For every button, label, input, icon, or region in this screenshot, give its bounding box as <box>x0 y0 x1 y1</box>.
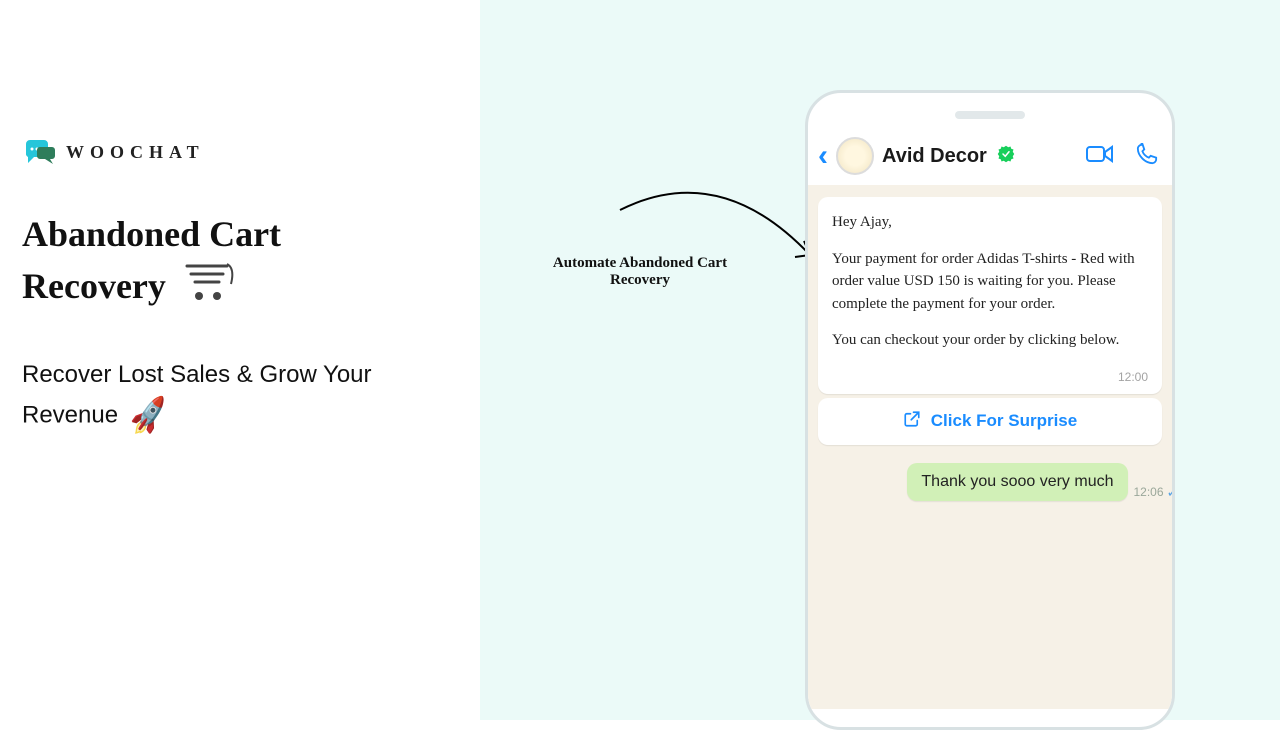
chat-body: Hey Ajay, Your payment for order Adidas … <box>808 185 1172 709</box>
cta-button[interactable]: Click For Surprise <box>818 398 1162 445</box>
brand-name: WOOCHAT <box>66 142 205 163</box>
read-ticks-icon: ✓✓ <box>1167 484 1175 501</box>
video-call-icon[interactable] <box>1086 144 1114 169</box>
outgoing-message: Thank you sooo very much <box>907 463 1127 501</box>
incoming-body: Your payment for order Adidas T-shirts -… <box>832 248 1148 316</box>
incoming-greeting: Hey Ajay, <box>832 211 1148 234</box>
phone-call-icon[interactable] <box>1136 143 1158 170</box>
headline-line1: Abandoned Cart <box>22 214 281 254</box>
avatar[interactable] <box>836 137 874 175</box>
incoming-footer: You can checkout your order by clicking … <box>832 329 1148 352</box>
left-copy-column: WOOCHAT Abandoned Cart Recovery Recover … <box>22 138 382 439</box>
woochat-logo-icon <box>22 138 56 166</box>
outgoing-row: Thank you sooo very much 12:06 ✓✓ <box>838 463 1175 501</box>
contact-name[interactable]: Avid Decor <box>882 145 987 168</box>
external-link-icon <box>903 410 921 433</box>
chat-header: ‹ Avid Decor <box>808 119 1172 185</box>
outgoing-text: Thank you sooo very much <box>921 473 1113 490</box>
headline: Abandoned Cart Recovery <box>22 208 382 318</box>
rocket-icon: 🚀 <box>125 390 172 443</box>
cart-icon <box>183 262 235 318</box>
outgoing-timestamp: 12:06 <box>1134 485 1164 499</box>
phone-mockup: ‹ Avid Decor Hey Ajay, Your payment for … <box>805 90 1175 730</box>
back-icon[interactable]: ‹ <box>818 139 828 173</box>
incoming-message: Hey Ajay, Your payment for order Adidas … <box>818 197 1162 394</box>
incoming-timestamp: 12:00 <box>832 368 1148 386</box>
brand-row: WOOCHAT <box>22 138 382 166</box>
headline-line2: Recovery <box>22 266 166 306</box>
phone-speaker-icon <box>955 111 1025 119</box>
outgoing-meta: 12:06 ✓✓ <box>1134 484 1176 501</box>
cta-label: Click For Surprise <box>931 411 1077 431</box>
subheadline: Recover Lost Sales & Grow Your Revenue <box>22 361 372 428</box>
verified-badge-icon <box>997 145 1015 168</box>
subheadline-row: Recover Lost Sales & Grow Your Revenue 🚀 <box>22 358 382 439</box>
